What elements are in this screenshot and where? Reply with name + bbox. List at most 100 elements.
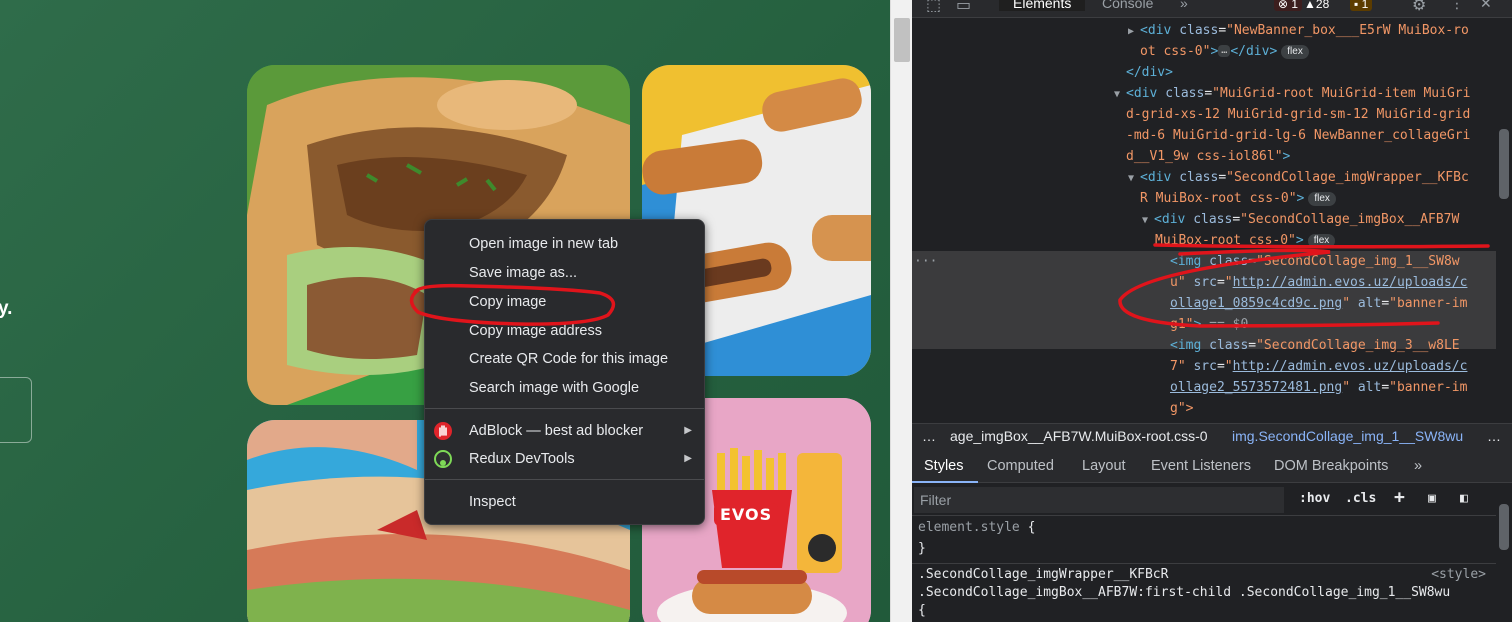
breadcrumb-more[interactable]: … (1487, 428, 1501, 444)
attr-value: "SecondCollage_img_3__w8LE (1256, 338, 1460, 353)
styles-filter-input[interactable]: Filter (914, 487, 1284, 513)
attr-value: R MuiBox-root css-0" (1140, 191, 1297, 206)
src-link[interactable]: http://admin.evos.uz/uploads/c (1233, 275, 1468, 290)
rule-source-link[interactable]: <style> (1431, 567, 1486, 582)
dom-line-selected[interactable]: ollage1_0859c4cd9c.png" alt="banner-im (1170, 294, 1467, 315)
node-actions-ellipsis[interactable]: ··· (914, 252, 937, 273)
dom-line[interactable]: 7" src="http://admin.evos.uz/uploads/c (1170, 357, 1467, 378)
rule-selector-img[interactable]: .SecondCollage_imgBox__AFB7W:first-child… (918, 585, 1450, 600)
device-toolbar-icon[interactable]: ▭ (956, 0, 971, 15)
breadcrumb-item-imgbox[interactable]: age_imgBox__AFB7W.MuiBox-root.css-0 (950, 428, 1208, 444)
attr-value: u" (1170, 275, 1186, 290)
tab-computed[interactable]: Computed (987, 458, 1054, 474)
tag-name: <div (1140, 170, 1172, 185)
toggle-sidebar-icon[interactable]: ◧ (1460, 491, 1468, 506)
context-menu: Open image in new tab Save image as... C… (424, 219, 705, 525)
rule-selector-wrapper[interactable]: .SecondCollage_imgWrapper__KFBcR (918, 567, 1168, 582)
collapsed-ellipsis[interactable]: … (1218, 45, 1231, 57)
paint-brush-icon[interactable]: ▣ (1428, 491, 1436, 506)
attr-name: alt (1357, 296, 1382, 311)
dom-line[interactable]: -md-6 MuiGrid-grid-lg-6 NewBanner_collag… (1126, 126, 1470, 147)
dom-line[interactable]: d-grid-xs-12 MuiGrid-grid-sm-12 MuiGrid-… (1126, 105, 1470, 126)
dom-line[interactable]: <img class="SecondCollage_img_3__w8LE (1170, 336, 1460, 357)
breadcrumb-ellipsis[interactable]: … (922, 428, 936, 444)
tab-event-listeners[interactable]: Event Listeners (1151, 458, 1251, 474)
dom-line[interactable]: MuiBox-root css-0"> flex (1155, 231, 1336, 252)
dom-line[interactable]: </div> (1126, 63, 1173, 84)
console-ref: == $0 (1209, 317, 1249, 332)
page-scrollbar-thumb[interactable] (894, 18, 910, 62)
issues-count-badge[interactable]: ▪ 1 (1350, 0, 1373, 11)
menu-adblock-label: AdBlock — best ad blocker (469, 423, 644, 439)
collapse-triangle-icon[interactable]: ▼ (1114, 89, 1126, 100)
more-panel-tabs-icon[interactable]: » (1414, 458, 1422, 474)
warning-count-badge[interactable]: ▲28 (1300, 0, 1333, 11)
menu-copy-image-address[interactable]: Copy image address (425, 317, 704, 345)
settings-gear-icon[interactable]: ⚙ (1412, 0, 1426, 15)
menu-create-qr-code[interactable]: Create QR Code for this image (425, 345, 704, 373)
closing-tag: </div> (1230, 44, 1278, 59)
dom-line-selected[interactable]: g1"> == $0 (1170, 315, 1248, 336)
dom-line[interactable]: d__V1_9w css-iol86l"> (1126, 147, 1290, 168)
tab-dom-breakpoints[interactable]: DOM Breakpoints (1274, 458, 1388, 474)
attr-name: class (1209, 254, 1249, 269)
more-options-icon[interactable]: ⋮ (1450, 0, 1464, 12)
flex-badge[interactable]: flex (1307, 234, 1336, 248)
collapse-triangle-icon[interactable]: ▼ (1142, 215, 1154, 226)
dom-line[interactable]: R MuiBox-root css-0"> flex (1140, 189, 1336, 210)
attr-name: class (1179, 23, 1219, 38)
dom-line[interactable]: ▼ <div class="MuiGrid-root MuiGrid-item … (1114, 84, 1470, 106)
dom-line-selected[interactable]: u" src="http://admin.evos.uz/uploads/c (1170, 273, 1467, 294)
attr-name: src (1193, 359, 1217, 374)
menu-save-image-as[interactable]: Save image as... (425, 259, 704, 287)
attr-name: class (1209, 338, 1249, 353)
dom-line[interactable]: ▶ <div class="NewBanner_box___E5rW MuiBo… (1128, 21, 1469, 43)
error-count-badge[interactable]: ⊗ 1 (1274, 0, 1303, 11)
adblock-hand-icon (434, 422, 452, 440)
menu-copy-image[interactable]: Copy image (425, 288, 704, 316)
inspect-element-icon[interactable]: ⬚ (926, 0, 941, 15)
styles-scrollbar[interactable] (1496, 484, 1512, 622)
attr-value: "banner-im (1389, 380, 1468, 395)
more-tabs-icon[interactable]: » (1180, 0, 1188, 11)
expand-triangle-icon[interactable]: ▶ (1128, 26, 1140, 37)
dom-tree-scrollbar-thumb[interactable] (1499, 129, 1509, 199)
menu-open-image-new-tab[interactable]: Open image in new tab (425, 230, 704, 258)
tag-name: <div (1140, 23, 1172, 38)
close-devtools-icon[interactable]: ✕ (1480, 0, 1492, 12)
menu-inspect[interactable]: Inspect (425, 488, 704, 516)
attr-value: MuiBox-root css-0" (1155, 233, 1296, 248)
new-style-rule-icon[interactable]: + (1394, 487, 1405, 508)
attr-value: "NewBanner_box___E5rW MuiBox-ro (1226, 23, 1469, 38)
breadcrumb-item-img[interactable]: img.SecondCollage_img_1__SW8wu (1232, 428, 1463, 444)
page-scrollbar[interactable] (890, 0, 912, 622)
dom-tree-scrollbar[interactable] (1496, 19, 1512, 418)
dom-line[interactable]: ▼ <div class="SecondCollage_imgBox__AFB7… (1142, 210, 1459, 232)
flex-badge[interactable]: flex (1281, 45, 1309, 59)
menu-adblock[interactable]: AdBlock — best ad blocker ▶ (425, 417, 704, 445)
dom-line[interactable]: ▼ <div class="SecondCollage_imgWrapper__… (1128, 168, 1469, 190)
src-link[interactable]: ollage1_0859c4cd9c.png (1170, 296, 1342, 311)
menu-redux-devtools[interactable]: Redux DevTools ▶ (425, 445, 704, 473)
evos-logo: EVOS (714, 503, 779, 526)
dom-line[interactable]: g"> (1170, 399, 1193, 418)
dom-line-selected[interactable]: <img class="SecondCollage_img_1__SW8w (1170, 252, 1460, 273)
active-tab-underline (912, 481, 978, 483)
hover-state-toggle[interactable]: :hov (1299, 491, 1330, 506)
tab-layout[interactable]: Layout (1082, 458, 1126, 474)
dom-line[interactable]: ot css-0">… </div> flex (1140, 42, 1309, 63)
styles-scrollbar-thumb[interactable] (1499, 504, 1509, 550)
element-style-rule[interactable]: element.style { (918, 520, 1035, 535)
tab-styles[interactable]: Styles (924, 458, 964, 474)
styles-pane: element.style { } .SecondCollage_imgWrap… (912, 517, 1496, 622)
tab-elements[interactable]: Elements (999, 0, 1086, 11)
flex-badge[interactable]: flex (1308, 192, 1336, 206)
src-link[interactable]: http://admin.evos.uz/uploads/c (1233, 359, 1468, 374)
collapse-triangle-icon[interactable]: ▼ (1128, 173, 1140, 184)
menu-search-image-google[interactable]: Search image with Google (425, 374, 704, 402)
dom-line[interactable]: ollage2_5573572481.png" alt="banner-im (1170, 378, 1467, 399)
class-toggle[interactable]: .cls (1345, 491, 1376, 506)
tab-console[interactable]: Console (1102, 0, 1153, 11)
cut-off-button-outline[interactable] (0, 377, 32, 443)
src-link[interactable]: ollage2_5573572481.png (1170, 380, 1342, 395)
